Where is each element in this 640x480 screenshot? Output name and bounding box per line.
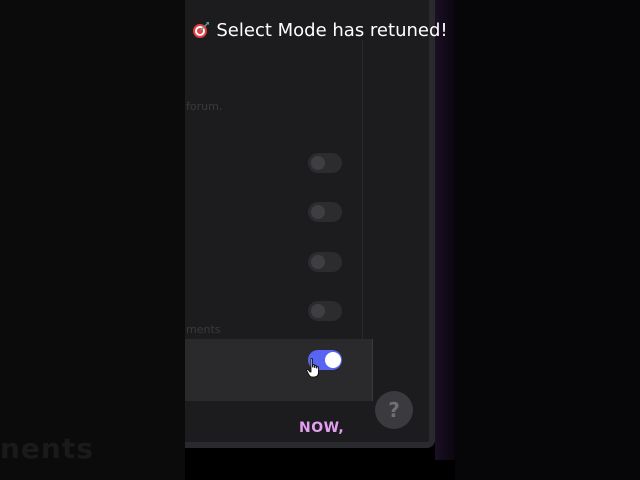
toggle-knob — [311, 205, 325, 219]
left-blurred-background — [0, 0, 185, 480]
panel-divider — [362, 40, 363, 340]
setting-toggle-3[interactable] — [308, 252, 342, 272]
setting-toggle-2[interactable] — [308, 202, 342, 222]
faint-section-text: ments — [186, 323, 221, 336]
toggle-knob — [311, 156, 325, 170]
setting-toggle-4[interactable] — [308, 301, 342, 321]
toggle-knob — [311, 304, 325, 318]
banner-text: Select Mode has retuned! — [216, 20, 448, 41]
right-blurred-background — [455, 0, 640, 480]
faint-description-text: forum. — [186, 100, 223, 113]
target-icon — [193, 22, 210, 38]
toggle-knob — [311, 255, 325, 269]
toggle-knob — [325, 352, 341, 368]
left-blurred-text: nents — [0, 432, 94, 465]
purple-edge-glow — [435, 0, 455, 460]
help-button[interactable]: ? — [375, 391, 413, 429]
top-banner: Select Mode has retuned! — [0, 20, 640, 41]
setting-toggle-1[interactable] — [308, 153, 342, 173]
caption-text: NOW, — [299, 420, 345, 436]
highlighted-setting-row[interactable] — [185, 339, 373, 401]
hand-cursor-icon — [306, 358, 319, 378]
